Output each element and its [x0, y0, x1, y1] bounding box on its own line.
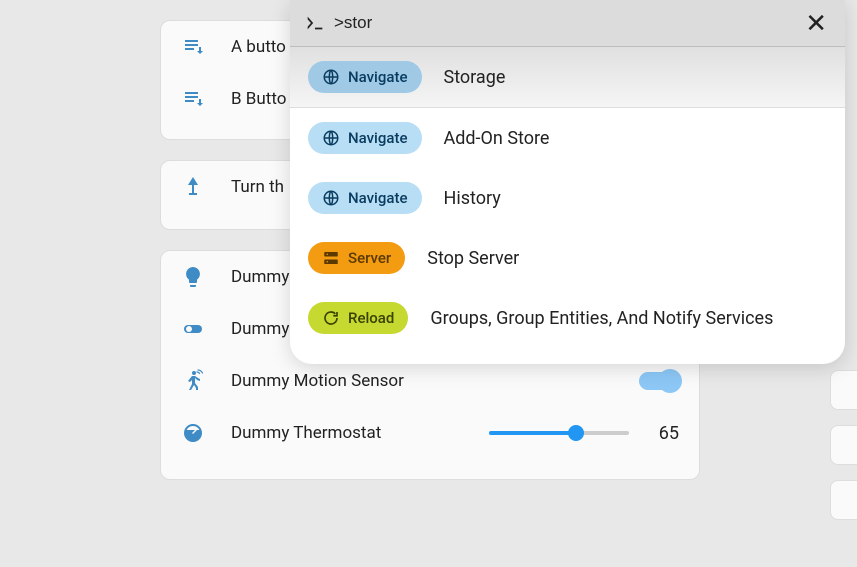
thermostat-slider-wrap: 65 [489, 423, 679, 444]
script-icon [181, 87, 205, 111]
pill-label: Navigate [348, 189, 408, 207]
command-search-input[interactable] [334, 13, 793, 33]
pill-label: Navigate [348, 129, 408, 147]
server-icon [322, 249, 340, 267]
terminal-icon [304, 12, 326, 34]
toggle-icon [181, 317, 205, 341]
motion-icon [181, 369, 205, 393]
palette-result-addon-store[interactable]: Navigate Add-On Store [290, 108, 845, 168]
right-panel-box [830, 425, 857, 465]
result-label: Groups, Group Entities, And Notify Servi… [430, 308, 773, 329]
thermostat-slider[interactable] [489, 431, 629, 435]
bulb-icon [181, 265, 205, 289]
motion-toggle[interactable] [639, 372, 679, 390]
list-label: Dummy Motion Sensor [231, 371, 613, 391]
thermostat-value: 65 [659, 423, 679, 444]
palette-result-history[interactable]: Navigate History [290, 168, 845, 228]
result-label: Stop Server [427, 248, 519, 269]
navigate-pill: Navigate [308, 61, 422, 93]
navigate-pill: Navigate [308, 182, 422, 214]
result-label: Add-On Store [444, 128, 550, 149]
pill-label: Server [348, 249, 391, 267]
gauge-icon [181, 421, 205, 445]
close-button[interactable]: ✕ [801, 8, 831, 38]
command-palette: ✕ Navigate Storage Navigate Add-On Store… [290, 0, 845, 364]
right-panel-box [830, 370, 857, 410]
server-pill: Server [308, 242, 405, 274]
right-panel-box [830, 480, 857, 520]
palette-result-stop-server[interactable]: Server Stop Server [290, 228, 845, 288]
pill-label: Navigate [348, 68, 408, 86]
globe-icon [322, 189, 340, 207]
reload-icon [322, 309, 340, 327]
globe-icon [322, 68, 340, 86]
list-label: Dummy Thermostat [231, 423, 463, 443]
lamp-icon [181, 175, 205, 199]
command-palette-header: ✕ [290, 0, 845, 47]
palette-result-reload-groups[interactable]: Reload Groups, Group Entities, And Notif… [290, 288, 845, 364]
reload-pill: Reload [308, 302, 408, 334]
script-icon [181, 35, 205, 59]
close-icon: ✕ [805, 8, 827, 38]
palette-result-storage[interactable]: Navigate Storage [290, 47, 845, 108]
result-label: Storage [444, 67, 506, 88]
list-row[interactable]: Dummy Thermostat 65 [161, 407, 699, 459]
globe-icon [322, 129, 340, 147]
result-label: History [444, 188, 501, 209]
navigate-pill: Navigate [308, 122, 422, 154]
pill-label: Reload [348, 309, 394, 327]
